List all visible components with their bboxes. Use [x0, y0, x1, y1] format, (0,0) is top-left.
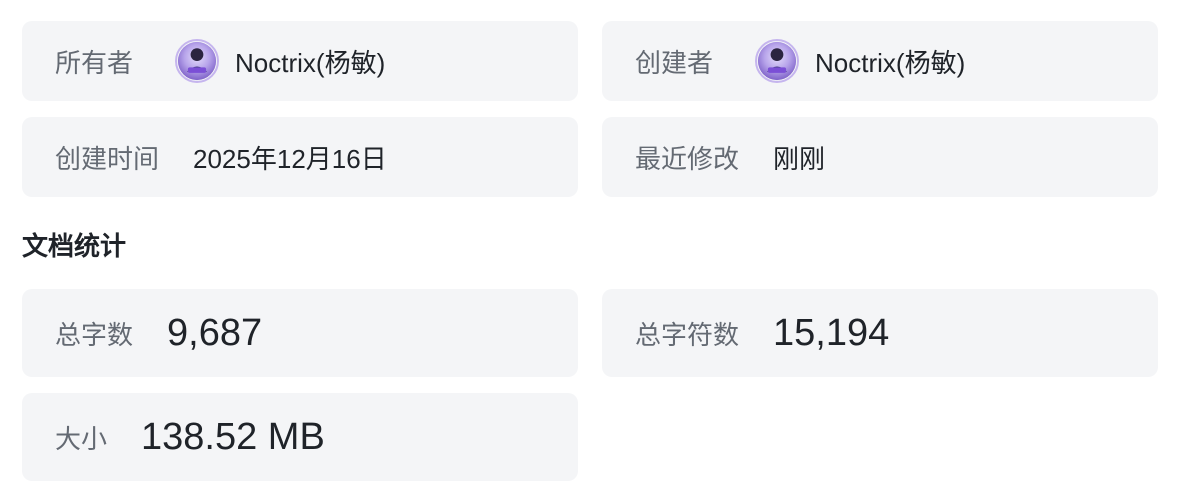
creator-user[interactable]: Noctrix(杨敏) [755, 39, 965, 83]
avatar-icon[interactable] [755, 39, 800, 83]
owner-card: 所有者 Noctrix(杨敏) [22, 21, 578, 101]
section-title-stats: 文档统计 [22, 231, 127, 261]
word-count-value: 9,687 [167, 311, 263, 354]
creator-label: 创建者 [635, 47, 714, 78]
modified-time-label: 最近修改 [635, 143, 740, 174]
owner-name[interactable]: Noctrix(杨敏) [235, 43, 385, 80]
word-count-label: 总字数 [55, 319, 134, 350]
modified-time-value: 刚刚 [773, 143, 826, 174]
modified-time-card: 最近修改 刚刚 [602, 117, 1158, 197]
owner-user[interactable]: Noctrix(杨敏) [175, 39, 385, 83]
size-label: 大小 [55, 423, 108, 454]
char-count-label: 总字符数 [635, 319, 740, 350]
owner-label: 所有者 [55, 47, 134, 78]
size-card: 大小 138.52 MB [22, 393, 578, 481]
char-count-card: 总字符数 15,194 [602, 289, 1158, 377]
created-time-card: 创建时间 2025年12月16日 [22, 117, 578, 197]
word-count-card: 总字数 9,687 [22, 289, 578, 377]
avatar-icon[interactable] [175, 39, 220, 83]
creator-card: 创建者 Noctrix(杨敏) [602, 21, 1158, 101]
size-value: 138.52 MB [141, 415, 325, 458]
created-time-value: 2025年12月16日 [193, 143, 387, 174]
created-time-label: 创建时间 [55, 143, 160, 174]
creator-name[interactable]: Noctrix(杨敏) [815, 43, 965, 80]
char-count-value: 15,194 [773, 311, 890, 354]
